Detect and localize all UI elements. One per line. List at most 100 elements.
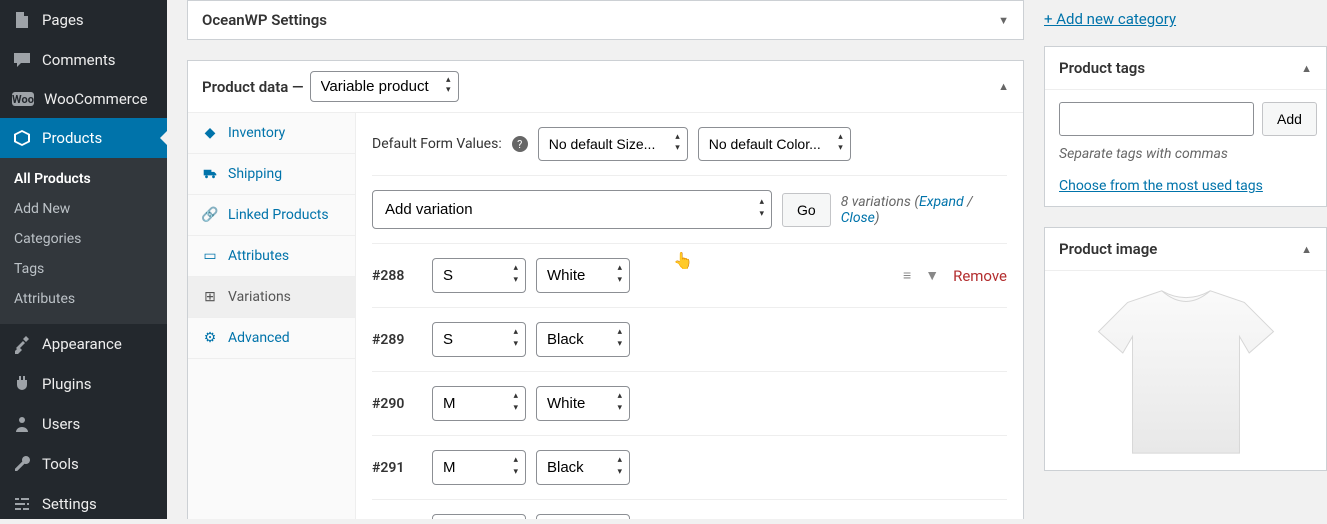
- tab-shipping[interactable]: Shipping: [188, 154, 355, 195]
- variation-row[interactable]: #291 M Black: [372, 435, 1007, 499]
- variation-row[interactable]: #290 M White: [372, 371, 1007, 435]
- add-variation-row: Add variation Go 8 variations (Expand / …: [372, 176, 1007, 243]
- chevron-up-icon: ▲: [1301, 62, 1312, 75]
- product-tags-header[interactable]: Product tags ▲: [1045, 47, 1326, 90]
- tab-label: Variations: [228, 289, 291, 305]
- add-new-category-link[interactable]: + Add new category: [1044, 10, 1176, 28]
- appearance-icon: [12, 334, 32, 354]
- close-link[interactable]: Close: [841, 210, 875, 226]
- sidebar-item-pages[interactable]: Pages: [0, 0, 167, 40]
- variation-color-select[interactable]: Black: [536, 322, 630, 357]
- chevron-down-icon: ▼: [998, 14, 1009, 27]
- product-tags-box: Product tags ▲ Add Separate tags with co…: [1044, 46, 1327, 207]
- sidebar-item-label: Settings: [42, 495, 97, 513]
- expand-link[interactable]: Expand: [919, 194, 964, 210]
- tab-label: Attributes: [228, 248, 289, 264]
- comments-icon: [12, 50, 32, 70]
- product-type-select[interactable]: Variable product: [310, 71, 459, 102]
- new-tag-input[interactable]: [1059, 102, 1254, 136]
- tab-attributes[interactable]: ▭ Attributes: [188, 236, 355, 277]
- tab-label: Linked Products: [228, 207, 329, 223]
- tab-advanced[interactable]: ⚙ Advanced: [188, 318, 355, 359]
- variations-count-info: 8 variations (Expand / Close): [841, 194, 1007, 226]
- remove-variation-link[interactable]: Remove: [953, 267, 1007, 285]
- products-icon: [12, 128, 32, 148]
- variation-size-select[interactable]: M: [432, 386, 526, 421]
- submenu-attributes[interactable]: Attributes: [0, 284, 167, 314]
- variation-list: #288 S White ≡ ▼ Remove #289 S Black #29…: [372, 243, 1007, 519]
- choose-tags-link[interactable]: Choose from the most used tags: [1059, 178, 1263, 194]
- tags-hint: Separate tags with commas: [1059, 146, 1312, 162]
- go-button[interactable]: Go: [782, 193, 831, 227]
- sidebar-item-woocommerce[interactable]: Woo WooCommerce: [0, 80, 167, 118]
- tab-variations[interactable]: ⊞ Variations: [188, 277, 355, 318]
- add-tag-button[interactable]: Add: [1262, 102, 1317, 136]
- variation-id: #291: [372, 460, 422, 476]
- default-color-select[interactable]: No default Color...: [698, 127, 851, 161]
- advanced-icon: ⚙: [202, 330, 218, 346]
- sidebar-item-label: Comments: [42, 51, 116, 69]
- tab-inventory[interactable]: ◆ Inventory: [188, 113, 355, 154]
- submenu-all-products[interactable]: All Products: [0, 164, 167, 194]
- main-content: OceanWP Settings ▼ Product data — Variab…: [167, 0, 1044, 519]
- product-data-tabs: ◆ Inventory Shipping 🔗 Linked Products ▭…: [188, 113, 356, 519]
- tab-label: Inventory: [228, 125, 285, 141]
- sidebar-item-products[interactable]: Products: [0, 118, 167, 158]
- sidebar-item-label: WooCommerce: [44, 90, 148, 108]
- default-values-label: Default Form Values:: [372, 136, 502, 152]
- woocommerce-icon: Woo: [12, 92, 34, 106]
- sidebar-item-label: Appearance: [42, 335, 122, 353]
- product-image-header[interactable]: Product image ▲: [1045, 228, 1326, 271]
- oceanwp-settings-title: OceanWP Settings: [202, 11, 327, 29]
- submenu-tags[interactable]: Tags: [0, 254, 167, 284]
- variation-id: #289: [372, 332, 422, 348]
- sidebar-item-plugins[interactable]: Plugins: [0, 364, 167, 404]
- variation-size-select[interactable]: S: [432, 322, 526, 357]
- users-icon: [12, 414, 32, 434]
- variation-row[interactable]: #289 S Black: [372, 307, 1007, 371]
- add-variation-select[interactable]: Add variation: [372, 190, 772, 229]
- help-icon[interactable]: ?: [512, 136, 528, 152]
- sidebar-item-users[interactable]: Users: [0, 404, 167, 444]
- variation-color-select[interactable]: Black: [536, 450, 630, 485]
- product-data-header: Product data — Variable product ▲: [188, 61, 1023, 113]
- default-size-select[interactable]: No default Size...: [538, 127, 688, 161]
- variation-row[interactable]: #288 S White ≡ ▼ Remove: [372, 243, 1007, 307]
- sidebar-item-label: Pages: [42, 11, 84, 29]
- variation-color-select[interactable]: White: [536, 258, 630, 293]
- submenu-add-new[interactable]: Add New: [0, 194, 167, 224]
- chevron-up-icon: ▲: [1301, 243, 1312, 256]
- drag-handle-icon[interactable]: ≡: [903, 267, 911, 284]
- variation-size-select[interactable]: M: [432, 450, 526, 485]
- tab-label: Advanced: [228, 330, 290, 346]
- variation-row[interactable]: #292 L White: [372, 499, 1007, 519]
- expand-variation-icon[interactable]: ▼: [925, 267, 939, 284]
- oceanwp-settings-box: OceanWP Settings ▼: [187, 0, 1024, 40]
- variations-panel: Default Form Values: ? No default Size..…: [356, 113, 1023, 519]
- tab-linked-products[interactable]: 🔗 Linked Products: [188, 195, 355, 236]
- sidebar-item-tools[interactable]: Tools: [0, 444, 167, 484]
- sidebar-item-label: Plugins: [42, 375, 91, 393]
- product-data-box: Product data — Variable product ▲ ◆ Inve…: [187, 60, 1024, 519]
- link-icon: 🔗: [202, 207, 218, 223]
- variations-icon: ⊞: [202, 289, 218, 305]
- product-image-thumbnail[interactable]: [1071, 283, 1301, 458]
- product-image-box: Product image ▲: [1044, 227, 1327, 471]
- sidebar-item-appearance[interactable]: Appearance: [0, 324, 167, 364]
- variation-color-select[interactable]: White: [536, 514, 630, 519]
- sidebar-item-settings[interactable]: Settings: [0, 484, 167, 524]
- tab-label: Shipping: [228, 166, 282, 182]
- products-submenu: All Products Add New Categories Tags Att…: [0, 158, 167, 324]
- variation-size-select[interactable]: L: [432, 514, 526, 519]
- variation-size-select[interactable]: S: [432, 258, 526, 293]
- chevron-up-icon[interactable]: ▲: [998, 80, 1009, 93]
- product-tags-title: Product tags: [1059, 59, 1145, 77]
- side-column: + Add new category Product tags ▲ Add Se…: [1044, 0, 1327, 519]
- sidebar-item-comments[interactable]: Comments: [0, 40, 167, 80]
- variation-color-select[interactable]: White: [536, 386, 630, 421]
- product-image-title: Product image: [1059, 240, 1157, 258]
- submenu-categories[interactable]: Categories: [0, 224, 167, 254]
- pages-icon: [12, 10, 32, 30]
- sidebar-item-label: Products: [42, 129, 102, 147]
- oceanwp-settings-header[interactable]: OceanWP Settings ▼: [188, 1, 1023, 39]
